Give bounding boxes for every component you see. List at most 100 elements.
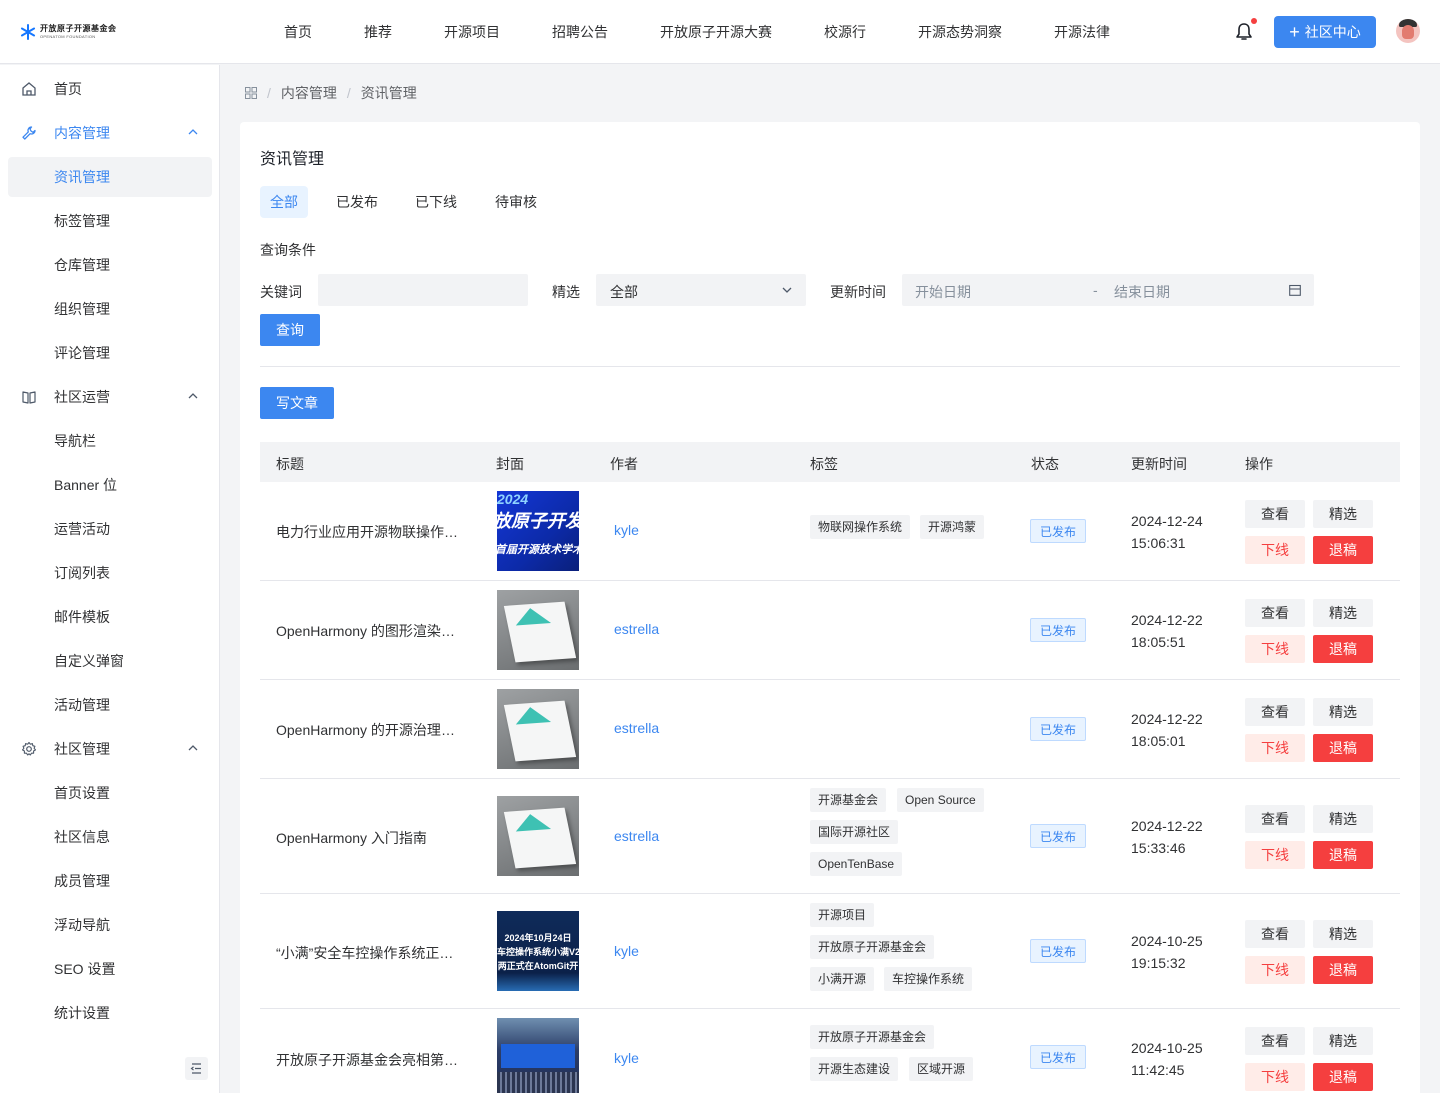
sidebar-group-label: 社区管理 [54, 741, 110, 757]
sidebar-item-home-settings[interactable]: 首页设置 [8, 773, 212, 813]
nav-item-recommend[interactable]: 推荐 [364, 22, 392, 42]
book-icon [22, 391, 36, 404]
status-badge: 已发布 [1030, 939, 1087, 963]
feature-button[interactable]: 精选 [1313, 805, 1373, 833]
article-title[interactable]: 电力行业应用开源物联操作系统… [276, 522, 466, 542]
sidebar-item-seo[interactable]: SEO 设置 [8, 949, 212, 989]
collapse-sidebar-button[interactable] [185, 1057, 208, 1080]
sidebar-group-community[interactable]: 社区管理 [8, 729, 212, 769]
view-button[interactable]: 查看 [1245, 920, 1305, 948]
avatar[interactable] [1396, 19, 1420, 43]
tag-badge: 开放原子开源基金会 [810, 935, 935, 959]
sidebar-item-popups[interactable]: 自定义弹窗 [8, 641, 212, 681]
view-button[interactable]: 查看 [1245, 599, 1305, 627]
sidebar-item-repos[interactable]: 仓库管理 [8, 245, 212, 285]
reject-button[interactable]: 退稿 [1313, 734, 1373, 762]
start-date-input[interactable]: 开始日期 [915, 282, 971, 302]
column-header-status: 状态 [1031, 456, 1059, 472]
column-header-author: 作者 [610, 456, 638, 472]
nav-item-law[interactable]: 开源法律 [1054, 22, 1110, 42]
feature-button[interactable]: 精选 [1313, 698, 1373, 726]
bell-icon[interactable] [1235, 22, 1253, 42]
sidebar-item-members[interactable]: 成员管理 [8, 861, 212, 901]
author-link[interactable]: kyle [614, 943, 639, 959]
sidebar-group-operations[interactable]: 社区运营 [8, 377, 212, 417]
cover-text: 首届开源技术学术 [497, 544, 579, 556]
sidebar-item-banner[interactable]: Banner 位 [8, 465, 212, 505]
author-link[interactable]: estrella [614, 828, 659, 844]
offline-button[interactable]: 下线 [1245, 635, 1305, 663]
offline-button[interactable]: 下线 [1245, 841, 1305, 869]
reject-button[interactable]: 退稿 [1313, 536, 1373, 564]
community-center-button[interactable]: + 社区中心 [1274, 16, 1376, 48]
sidebar-group-content[interactable]: 内容管理 [8, 113, 212, 153]
offline-button[interactable]: 下线 [1245, 956, 1305, 984]
feature-button[interactable]: 精选 [1313, 1027, 1373, 1055]
nav-item-home[interactable]: 首页 [284, 22, 312, 42]
query-button[interactable]: 查询 [260, 314, 320, 346]
feature-button[interactable]: 精选 [1313, 920, 1373, 948]
reject-button[interactable]: 退稿 [1313, 635, 1373, 663]
tag-badge: 开放原子开源基金会 [810, 1025, 935, 1049]
sidebar-item-comments[interactable]: 评论管理 [8, 333, 212, 373]
author-link[interactable]: estrella [614, 621, 659, 637]
view-button[interactable]: 查看 [1245, 500, 1305, 528]
date-range-picker[interactable]: 开始日期 - 结束日期 [902, 274, 1314, 306]
sidebar-item-orgs[interactable]: 组织管理 [8, 289, 212, 329]
column-header-cover: 封面 [496, 456, 524, 472]
reject-button[interactable]: 退稿 [1313, 1063, 1373, 1091]
keyword-input[interactable] [318, 274, 528, 306]
sidebar-group-label: 社区运营 [54, 389, 110, 405]
offline-button[interactable]: 下线 [1245, 734, 1305, 762]
sidebar-item-float-nav[interactable]: 浮动导航 [8, 905, 212, 945]
nav-item-jobs[interactable]: 招聘公告 [552, 22, 608, 42]
brand-logo[interactable]: 开放原子开源基金会 OPENATOM FOUNDATION [20, 22, 117, 42]
tab-published[interactable]: 已发布 [326, 186, 388, 218]
sidebar-item-subscriptions[interactable]: 订阅列表 [8, 553, 212, 593]
sidebar-item-label: 组织管理 [54, 301, 110, 317]
sidebar-item-home[interactable]: 首页 [8, 69, 212, 109]
sidebar-item-analytics[interactable]: 统计设置 [8, 993, 212, 1033]
feature-button[interactable]: 精选 [1313, 500, 1373, 528]
breadcrumb: / 内容管理 / 资讯管理 [245, 84, 417, 102]
article-cover-image [497, 689, 579, 769]
tab-offline[interactable]: 已下线 [405, 186, 467, 218]
offline-button[interactable]: 下线 [1245, 536, 1305, 564]
sidebar-item-events[interactable]: 活动管理 [8, 685, 212, 725]
article-title[interactable]: 开放原子开源基金会亮相第二届… [276, 1050, 466, 1070]
write-article-button[interactable]: 写文章 [260, 387, 334, 419]
author-link[interactable]: kyle [614, 522, 639, 538]
view-button[interactable]: 查看 [1245, 805, 1305, 833]
article-title[interactable]: “小满”安全车控操作系统正式开源 [276, 943, 466, 963]
sidebar-item-navbar[interactable]: 导航栏 [8, 421, 212, 461]
tag-badge: 开源项目 [810, 903, 875, 927]
sidebar-item-community-info[interactable]: 社区信息 [8, 817, 212, 857]
tab-pending[interactable]: 待审核 [485, 186, 547, 218]
nav-item-projects[interactable]: 开源项目 [444, 22, 500, 42]
featured-select[interactable]: 全部 [596, 274, 806, 306]
nav-item-campus[interactable]: 校源行 [824, 22, 866, 42]
article-title[interactable]: OpenHarmony 的图形渲染与合成技术 [276, 621, 466, 641]
nav-item-competition[interactable]: 开放原子开源大赛 [660, 22, 772, 42]
feature-button[interactable]: 精选 [1313, 599, 1373, 627]
sidebar-item-campaigns[interactable]: 运营活动 [8, 509, 212, 549]
offline-button[interactable]: 下线 [1245, 1063, 1305, 1091]
reject-button[interactable]: 退稿 [1313, 956, 1373, 984]
sidebar-item-tags[interactable]: 标签管理 [8, 201, 212, 241]
article-cover-image: 2024年10月24日 车控操作系统小满V2 两正式在AtomGit开 [497, 911, 579, 991]
end-date-input[interactable]: 结束日期 [1114, 282, 1170, 302]
tab-all[interactable]: 全部 [260, 186, 308, 218]
view-button[interactable]: 查看 [1245, 1027, 1305, 1055]
article-title[interactable]: OpenHarmony 的开源治理与社区运营 [276, 720, 466, 740]
breadcrumb-item[interactable]: 内容管理 [281, 83, 337, 103]
nav-item-insights[interactable]: 开源态势洞察 [918, 22, 1002, 42]
view-button[interactable]: 查看 [1245, 698, 1305, 726]
apps-icon[interactable] [245, 87, 257, 99]
reject-button[interactable]: 退稿 [1313, 841, 1373, 869]
author-link[interactable]: kyle [614, 1050, 639, 1066]
sidebar-item-news[interactable]: 资讯管理 [8, 157, 212, 197]
author-link[interactable]: estrella [614, 720, 659, 736]
sidebar-item-label: 标签管理 [54, 213, 110, 229]
sidebar-item-email-templates[interactable]: 邮件模板 [8, 597, 212, 637]
article-title[interactable]: OpenHarmony 入门指南 [276, 828, 466, 848]
